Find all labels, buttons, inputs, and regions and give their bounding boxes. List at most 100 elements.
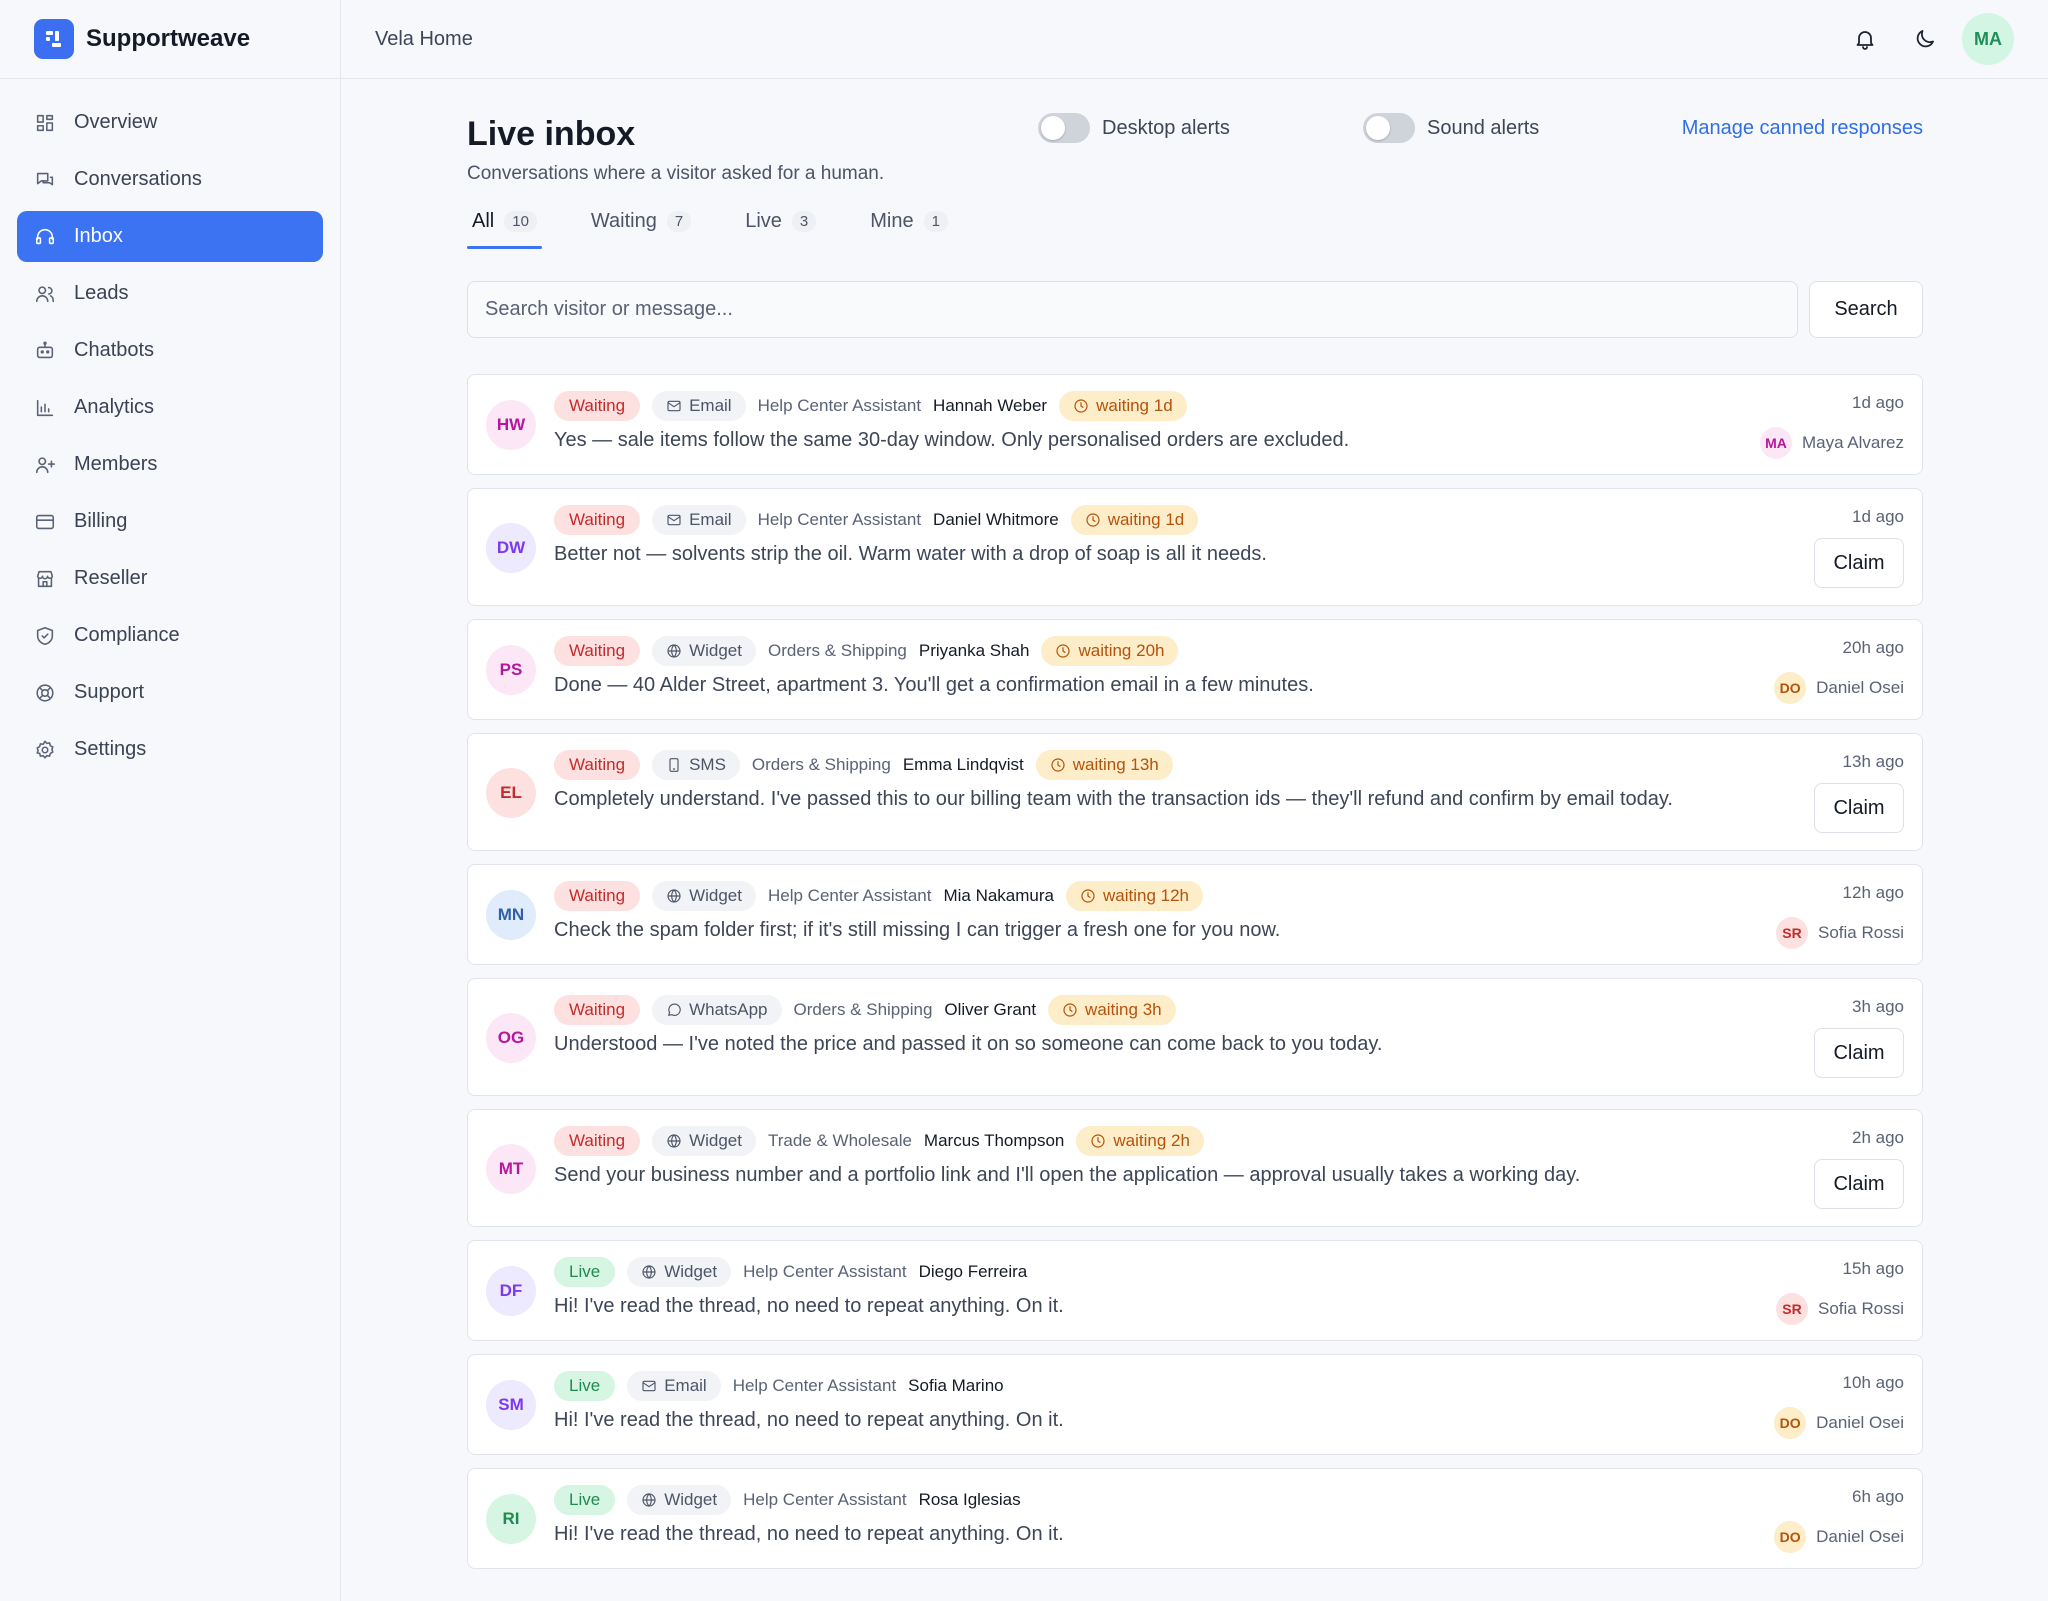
status-badge: Waiting [554,636,641,666]
waiting-time-label: waiting 12h [1103,886,1190,905]
phone-icon [669,758,679,772]
waiting-time-label: waiting 1d [1107,510,1185,529]
search-bar: Search [467,281,1923,338]
conversation-card[interactable]: PS Waiting Widget Orders & Shipping Priyanka… [467,619,1923,720]
waiting-time-label: waiting 3h [1085,1000,1162,1019]
assignee: SR Sofia Rossi [1776,1293,1904,1325]
moon-icon [1916,30,1934,48]
sidebar-item-settings[interactable]: Settings [17,724,323,775]
last-message: Done — 40 Alder Street, apartment 3. You… [554,674,1314,696]
user-avatar[interactable]: MA [1962,13,2014,65]
visitor-avatar: MN [486,890,536,940]
channel-label: Email [689,396,732,415]
top-actions: MA [1832,12,2014,66]
conversation-card[interactable]: OG Waiting WhatsApp Orders & Shipping Oliver… [467,978,1923,1096]
visitor-name: Hannah Weber [933,396,1048,415]
tab-waiting[interactable]: Waiting 7 [586,195,696,247]
chat-icon [36,172,54,185]
workspace-name[interactable]: Vela Home [375,28,473,51]
desktop-alerts-setting: Desktop alerts [1038,113,1230,143]
sound-alerts-toggle[interactable] [1363,113,1415,143]
claim-button[interactable]: Claim [1814,538,1904,588]
conversation-card[interactable]: SM Live Email Help Center Assistant Sofia Ma… [467,1354,1923,1455]
tab-count-badge: 3 [791,210,817,232]
conversation-card[interactable]: MN Waiting Widget Help Center Assistant Mia … [467,864,1923,965]
sidebar-item-analytics[interactable]: Analytics [17,382,323,433]
tab-all[interactable]: All 10 [467,195,542,249]
visitor-name: Oliver Grant [944,1000,1037,1019]
headset-icon [35,228,55,244]
sidebar-item-members[interactable]: Members [17,439,323,490]
claim-button[interactable]: Claim [1814,1159,1904,1209]
waiting-time-badge: waiting 13h [1035,750,1173,780]
channel-badge: Widget [652,881,756,911]
conversation-card[interactable]: DF Live Widget Help Center Assistant Diego F… [467,1240,1923,1341]
tab-mine[interactable]: Mine 1 [865,195,953,247]
sidebar-item-support[interactable]: Support [17,667,323,718]
assignee-avatar: MA [1759,427,1792,459]
channel-badge: Email [627,1371,721,1401]
channel-label: WhatsApp [689,1000,768,1019]
visitor-avatar: MT [486,1144,536,1194]
whatsapp-icon [668,1003,681,1016]
visitor-avatar: DF [486,1266,536,1316]
conversation-meta: Live Email Help Center Assistant Sofia Mari… [554,1371,1004,1401]
assignee-name: Maya Alvarez [1801,433,1904,452]
theme-toggle-button[interactable] [1898,12,1952,66]
bot-name: Help Center Assistant [743,1490,907,1509]
sidebar-item-chatbots[interactable]: Chatbots [17,325,323,376]
search-button[interactable]: Search [1809,281,1923,338]
visitor-name: Daniel Whitmore [933,510,1059,529]
manage-canned-responses-link[interactable]: Manage canned responses [1682,117,1923,140]
conversation-card[interactable]: RI Live Widget Help Center Assistant Rosa Ig… [467,1468,1923,1569]
sidebar-item-label: Members [74,453,158,475]
channel-label: SMS [689,755,726,774]
sidebar-item-leads[interactable]: Leads [17,268,323,319]
shield-icon [36,626,54,645]
channel-label: Widget [689,641,742,660]
waiting-time-badge: waiting 20h [1041,636,1179,666]
notifications-button[interactable] [1838,12,1892,66]
status-badge: Waiting [554,1126,641,1156]
sidebar-item-label: Overview [74,111,158,133]
sidebar-item-label: Compliance [74,624,180,646]
timestamp: 15h ago [1842,1259,1904,1278]
assignee-avatar: DO [1774,672,1807,704]
brand[interactable]: Supportweave [0,0,340,79]
conversation-card[interactable]: DW Waiting Email Help Center Assistant Danie… [467,488,1923,606]
sidebar-item-inbox[interactable]: Inbox [17,211,323,262]
inbox-tabs: All 10 Waiting 7 Live 3 Mine 1 [467,195,997,249]
sidebar-item-reseller[interactable]: Reseller [17,553,323,604]
desktop-alerts-toggle[interactable] [1038,113,1090,143]
sidebar-item-billing[interactable]: Billing [17,496,323,547]
conversation-card[interactable]: HW Waiting Email Help Center Assistant Hanna… [467,374,1923,475]
tab-live[interactable]: Live 3 [740,195,821,247]
last-message: Hi! I've read the thread, no need to rep… [554,1295,1064,1317]
waiting-time-label: waiting 20h [1078,641,1165,660]
sound-alerts-setting: Sound alerts [1363,113,1539,143]
assignee-name: Sofia Rossi [1818,1299,1904,1318]
sidebar-item-label: Leads [74,282,129,304]
status-badge: Waiting [554,995,641,1025]
conversation-card[interactable]: MT Waiting Widget Trade & Wholesale Marcus T… [467,1109,1923,1227]
claim-button[interactable]: Claim [1814,1028,1904,1078]
sidebar-item-overview[interactable]: Overview [17,97,323,148]
timestamp: 1d ago [1852,507,1904,526]
sidebar: Supportweave Overview Conversations Inbox L… [0,0,341,1601]
conversation-meta: Live Widget Help Center Assistant Rosa Igle… [554,1485,1021,1515]
gear-icon [36,740,54,759]
last-message: Send your business number and a portfoli… [554,1164,1581,1186]
assignee: DO Daniel Osei [1774,1521,1904,1553]
page-subtitle: Conversations where a visitor asked for … [467,163,885,184]
search-input[interactable] [467,281,1798,338]
waiting-time-badge: waiting 12h [1066,881,1204,911]
sidebar-item-compliance[interactable]: Compliance [17,610,323,661]
clock-icon [1081,889,1095,903]
conversation-card[interactable]: EL Waiting SMS Orders & Shipping Emma Lindqv… [467,733,1923,851]
sidebar-item-conversations[interactable]: Conversations [17,154,323,205]
clock-icon [1074,399,1088,413]
bot-name: Orders & Shipping [767,641,907,660]
visitor-avatar: EL [486,768,536,818]
claim-button[interactable]: Claim [1814,783,1904,833]
last-message: Check the spam folder first; if it's sti… [554,919,1281,941]
